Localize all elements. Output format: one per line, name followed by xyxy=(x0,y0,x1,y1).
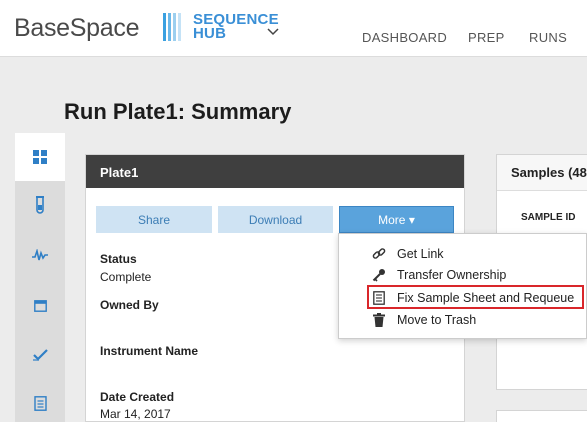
chevron-down-icon[interactable] xyxy=(267,24,279,39)
sidebar-item-sample-sheet[interactable] xyxy=(15,379,65,422)
menu-item-label: Get Link xyxy=(397,246,444,261)
sidebar-item-samples[interactable] xyxy=(15,181,65,229)
status-value: Complete xyxy=(100,270,152,284)
sequence-hub-logo-icon xyxy=(163,13,181,41)
document-icon xyxy=(33,395,47,411)
nav-prep[interactable]: PREP xyxy=(468,30,505,45)
download-button[interactable]: Download xyxy=(218,206,333,233)
menu-item-label: Move to Trash xyxy=(397,312,477,327)
instrument-name-label: Instrument Name xyxy=(100,344,199,358)
nav-runs[interactable]: RUNS xyxy=(529,30,567,45)
check-icon xyxy=(32,349,48,361)
tube-icon xyxy=(36,196,44,214)
date-created-label: Date Created xyxy=(100,390,175,404)
sidebar xyxy=(15,133,65,422)
sidebar-item-charts[interactable] xyxy=(15,231,65,279)
hub-line-2: HUB xyxy=(193,25,227,42)
menu-item-get-link[interactable]: Get Link xyxy=(339,243,587,264)
grid-icon xyxy=(33,150,47,164)
owned-by-label: Owned By xyxy=(100,298,159,312)
share-button[interactable]: Share xyxy=(96,206,212,233)
secondary-panel xyxy=(496,410,587,422)
key-icon xyxy=(372,268,386,282)
sidebar-item-qc[interactable] xyxy=(15,331,65,379)
plate-panel-title: Plate1 xyxy=(86,155,464,188)
menu-item-transfer-ownership[interactable]: Transfer Ownership xyxy=(339,264,587,285)
top-bar: BaseSpace SEQUENCE HUB DASHBOARD PREP RU… xyxy=(0,0,587,57)
sequence-hub-label[interactable]: SEQUENCE HUB xyxy=(193,12,279,42)
sidebar-item-summary[interactable] xyxy=(15,133,65,181)
status-label: Status xyxy=(100,252,137,266)
menu-item-label: Transfer Ownership xyxy=(397,267,507,282)
date-created-value: Mar 14, 2017 xyxy=(100,407,171,421)
page-title: Run Plate1: Summary xyxy=(64,99,292,124)
link-icon xyxy=(372,247,386,261)
waveform-icon xyxy=(32,249,48,261)
trash-icon xyxy=(372,312,386,327)
highlight-box xyxy=(367,285,584,309)
menu-item-move-to-trash[interactable]: Move to Trash xyxy=(339,309,587,330)
sample-id-column-header[interactable]: SAMPLE ID xyxy=(521,212,575,223)
samples-panel-title: Samples (48 xyxy=(497,155,587,191)
nav-dashboard[interactable]: DASHBOARD xyxy=(362,30,447,45)
basespace-logo[interactable]: BaseSpace xyxy=(14,14,139,43)
more-button[interactable]: More ▾ xyxy=(339,206,454,233)
sidebar-item-calendar[interactable] xyxy=(15,281,65,329)
calendar-icon xyxy=(33,299,47,312)
